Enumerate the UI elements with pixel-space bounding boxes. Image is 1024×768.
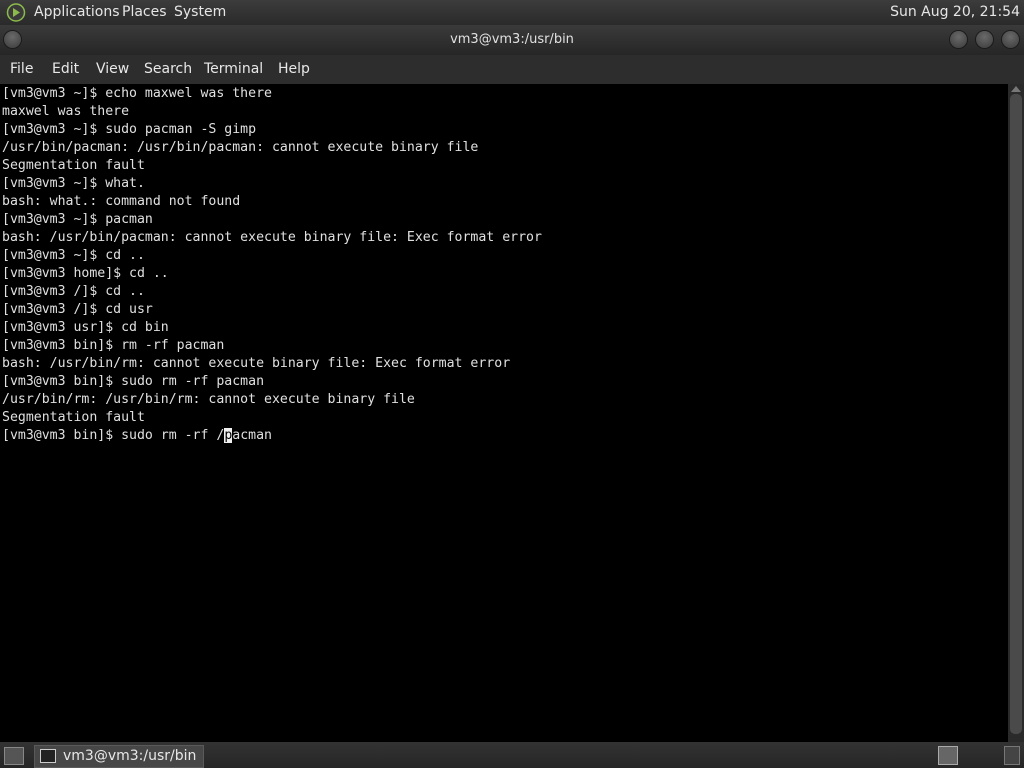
terminal-line: [vm3@vm3 bin]$ rm -rf pacman bbox=[2, 338, 225, 353]
maximize-icon[interactable] bbox=[976, 31, 993, 48]
bottom-panel: vm3@vm3:/usr/bin bbox=[0, 742, 1024, 768]
terminal-line: maxwel was there bbox=[2, 104, 130, 119]
workspace-switcher-icon[interactable] bbox=[938, 746, 958, 765]
menu-help[interactable]: Help bbox=[278, 61, 310, 77]
terminal-scrollbar[interactable] bbox=[1008, 84, 1024, 742]
taskbar-window-label: vm3@vm3:/usr/bin bbox=[63, 748, 197, 764]
show-desktop-icon[interactable] bbox=[4, 747, 24, 765]
menu-view[interactable]: View bbox=[96, 61, 129, 77]
terminal-line: [vm3@vm3 ~]$ pacman bbox=[2, 212, 153, 227]
terminal-line: Segmentation fault bbox=[2, 410, 145, 425]
distro-logo-icon[interactable] bbox=[6, 3, 26, 22]
terminal-line: [vm3@vm3 ~]$ echo maxwel was there bbox=[2, 86, 272, 101]
trash-icon[interactable] bbox=[1004, 746, 1020, 765]
terminal-input-before-cursor: [vm3@vm3 bin]$ sudo rm -rf / bbox=[2, 428, 225, 443]
menu-file[interactable]: File bbox=[10, 61, 33, 77]
terminal-line: bash: what.: command not found bbox=[2, 194, 241, 209]
terminal-line: [vm3@vm3 ~]$ sudo pacman -S gimp bbox=[2, 122, 257, 137]
terminal-input-after-cursor: acman bbox=[232, 428, 272, 443]
window-title: vm3@vm3:/usr/bin bbox=[450, 32, 574, 47]
window-titlebar[interactable]: vm3@vm3:/usr/bin bbox=[0, 25, 1024, 55]
terminal-line: [vm3@vm3 /]$ cd .. bbox=[2, 284, 145, 299]
terminal-output[interactable]: [vm3@vm3 ~]$ echo maxwel was there maxwe… bbox=[0, 84, 1008, 742]
top-panel: Applications Places System Sun Aug 20, 2… bbox=[0, 0, 1024, 25]
close-icon[interactable] bbox=[1002, 31, 1019, 48]
terminal-line: [vm3@vm3 home]$ cd .. bbox=[2, 266, 169, 281]
terminal-line: [vm3@vm3 usr]$ cd bin bbox=[2, 320, 169, 335]
scrollbar-thumb[interactable] bbox=[1010, 94, 1022, 734]
terminal-line: [vm3@vm3 ~]$ cd .. bbox=[2, 248, 145, 263]
terminal-line: Segmentation fault bbox=[2, 158, 145, 173]
terminal-line: [vm3@vm3 bin]$ sudo rm -rf pacman bbox=[2, 374, 265, 389]
menubar: File Edit View Search Terminal Help bbox=[0, 55, 1024, 85]
menu-terminal[interactable]: Terminal bbox=[204, 61, 263, 77]
terminal-icon bbox=[40, 749, 56, 763]
terminal-line: bash: /usr/bin/rm: cannot execute binary… bbox=[2, 356, 511, 371]
terminal-line: bash: /usr/bin/pacman: cannot execute bi… bbox=[2, 230, 542, 245]
menu-edit[interactable]: Edit bbox=[52, 61, 79, 77]
terminal-line: /usr/bin/pacman: /usr/bin/pacman: cannot… bbox=[2, 140, 479, 155]
menu-system[interactable]: System bbox=[174, 4, 226, 20]
minimize-icon[interactable] bbox=[950, 31, 967, 48]
terminal-line: [vm3@vm3 /]$ cd usr bbox=[2, 302, 153, 317]
menu-applications[interactable]: Applications bbox=[34, 4, 120, 20]
terminal-prompt-line[interactable]: [vm3@vm3 bin]$ sudo rm -rf /pacman bbox=[2, 428, 272, 443]
taskbar-window-button[interactable]: vm3@vm3:/usr/bin bbox=[34, 745, 204, 768]
terminal-line: [vm3@vm3 ~]$ what. bbox=[2, 176, 145, 191]
clock[interactable]: Sun Aug 20, 21:54 bbox=[890, 4, 1020, 20]
menu-search[interactable]: Search bbox=[144, 61, 192, 77]
terminal-line: /usr/bin/rm: /usr/bin/rm: cannot execute… bbox=[2, 392, 415, 407]
scroll-up-arrow-icon[interactable] bbox=[1011, 86, 1021, 92]
menu-places[interactable]: Places bbox=[122, 4, 167, 20]
